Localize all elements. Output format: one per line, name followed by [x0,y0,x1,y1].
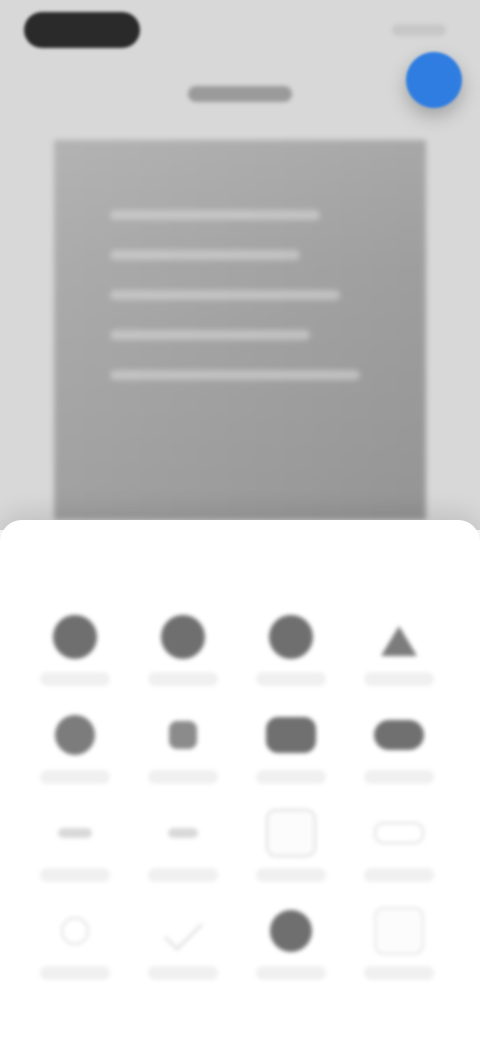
action-label [256,672,326,686]
triangle-icon [374,612,424,662]
action-label [148,770,218,784]
action-tile[interactable] [344,808,454,900]
preview-text-line [110,210,320,220]
action-label [364,672,434,686]
circle-icon [50,710,100,760]
preview-image [54,140,426,520]
action-label [40,868,110,882]
action-label [148,966,218,980]
preview-text-line [110,250,300,260]
status-pill-icon [24,12,140,48]
small-square-icon [158,710,208,760]
rounded-rect-icon [266,710,316,760]
action-tile[interactable] [20,612,130,704]
pill-icon [374,710,424,760]
page-title [188,86,292,102]
action-label [148,672,218,686]
outline-pill-icon [374,808,424,858]
action-tile[interactable] [20,808,130,900]
action-tile[interactable] [20,906,130,998]
action-label [364,966,434,980]
action-label [40,966,110,980]
dash-icon [50,808,100,858]
action-tile[interactable] [236,710,346,802]
circle-icon [266,906,316,956]
action-label [40,770,110,784]
action-label [364,868,434,882]
action-tile[interactable] [344,906,454,998]
outline-box-icon [266,808,316,858]
circle-icon [50,612,100,662]
action-tile[interactable] [20,710,130,802]
preview-text-line [110,370,360,380]
preview-text-line [110,290,340,300]
action-fab-button[interactable] [406,52,462,108]
top-area [0,0,480,530]
action-tile[interactable] [128,906,238,998]
circle-icon [266,612,316,662]
outline-box-icon [374,906,424,956]
actions-grid [0,592,480,1032]
action-tile[interactable] [236,808,346,900]
bottom-sheet [0,520,480,1040]
check-icon [158,906,208,956]
action-label [256,966,326,980]
outline-circle-icon [50,906,100,956]
action-label [256,868,326,882]
action-tile[interactable] [344,710,454,802]
action-tile[interactable] [236,906,346,998]
action-tile[interactable] [128,710,238,802]
action-tile[interactable] [128,612,238,704]
action-label [40,672,110,686]
action-label [364,770,434,784]
circle-icon [158,612,208,662]
action-tile[interactable] [236,612,346,704]
preview-text-line [110,330,310,340]
action-tile[interactable] [344,612,454,704]
dash-icon [158,808,208,858]
status-indicators-icon [392,24,446,36]
action-label [148,868,218,882]
action-label [256,770,326,784]
action-tile[interactable] [128,808,238,900]
